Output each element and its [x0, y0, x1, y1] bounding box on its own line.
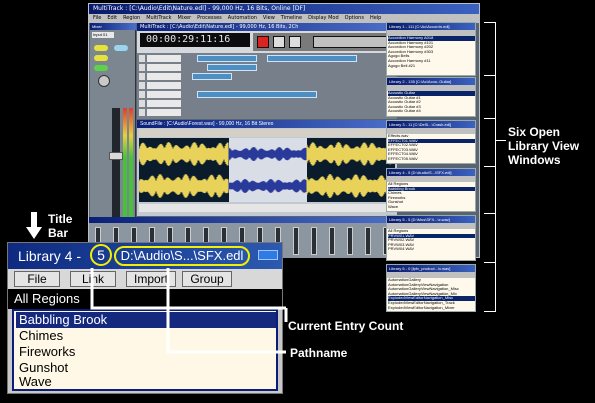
pathname-label: Pathname: [290, 346, 348, 360]
entry-count-label: Current Entry Count: [288, 319, 404, 333]
callout-lines: [90, 268, 288, 354]
